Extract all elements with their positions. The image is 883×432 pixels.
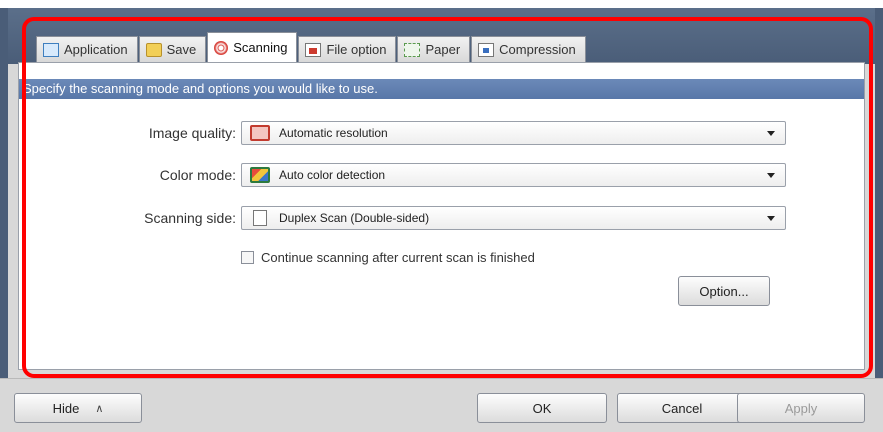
application-icon [43,42,59,57]
scanning-side-value: Duplex Scan (Double-sided) [279,211,430,225]
dropdown-arrow-icon[interactable] [767,130,775,136]
instruction-text: Specify the scanning mode and options yo… [19,79,864,99]
document-icon [253,210,267,226]
tab-label: File option [326,42,387,57]
window-edge-right [875,8,883,378]
dropdown-arrow-icon[interactable] [767,172,775,178]
compression-icon [478,42,495,57]
file-option-icon [305,42,322,57]
option-button[interactable]: Option... [678,276,770,306]
image-quality-value: Automatic resolution [279,126,388,140]
color-mode-label: Color mode: [159,167,236,183]
cancel-button[interactable]: Cancel [617,393,747,423]
scanning-icon [214,40,229,55]
footer-bar: Hide ∧ OK Cancel Apply [0,378,883,432]
tab-file-option[interactable]: File option [298,36,397,62]
image-quality-label: Image quality: [148,125,236,141]
color-mode-value: Auto color detection [279,168,386,182]
continue-scanning-checkbox[interactable] [241,251,254,264]
apply-button[interactable]: Apply [737,393,865,423]
continue-scanning-label: Continue scanning after current scan is … [261,250,535,265]
save-icon [145,42,162,57]
tab-strip: Application Save Scanning File option Pa… [36,32,586,62]
scanning-side-label: Scanning side: [144,210,236,226]
tab-paper[interactable]: Paper [397,36,471,62]
paper-icon [404,42,421,57]
scanning-side-row: Scanning side: Duplex Scan (Double-sided… [19,206,864,232]
tab-compression[interactable]: Compression [471,36,586,62]
image-quality-row: Image quality: Automatic resolution [19,121,864,147]
color-mode-row: Color mode: Auto color detection [19,163,864,189]
image-quality-icon [250,125,270,141]
hide-button[interactable]: Hide ∧ [14,393,142,423]
hide-label: Hide [52,400,80,416]
tab-label: Save [166,42,197,57]
tab-label: Application [64,42,128,57]
ok-button[interactable]: OK [477,393,607,423]
scanning-side-dropdown[interactable]: Duplex Scan (Double-sided) [241,206,786,230]
tab-label: Compression [499,42,576,57]
dropdown-arrow-icon[interactable] [767,215,775,221]
color-mode-icon [250,167,270,183]
tab-save[interactable]: Save [138,36,207,62]
window-edge-left [0,8,8,378]
continue-scanning-option[interactable]: Continue scanning after current scan is … [241,250,535,265]
tab-application[interactable]: Application [36,36,138,62]
color-mode-dropdown[interactable]: Auto color detection [241,163,786,187]
chevron-up-icon: ∧ [95,402,104,415]
tab-label: Paper [425,42,461,57]
image-quality-dropdown[interactable]: Automatic resolution [241,121,786,145]
tab-label: Scanning [233,40,288,55]
tab-scanning[interactable]: Scanning [207,32,298,62]
scanning-settings-panel: Specify the scanning mode and options yo… [18,62,865,370]
